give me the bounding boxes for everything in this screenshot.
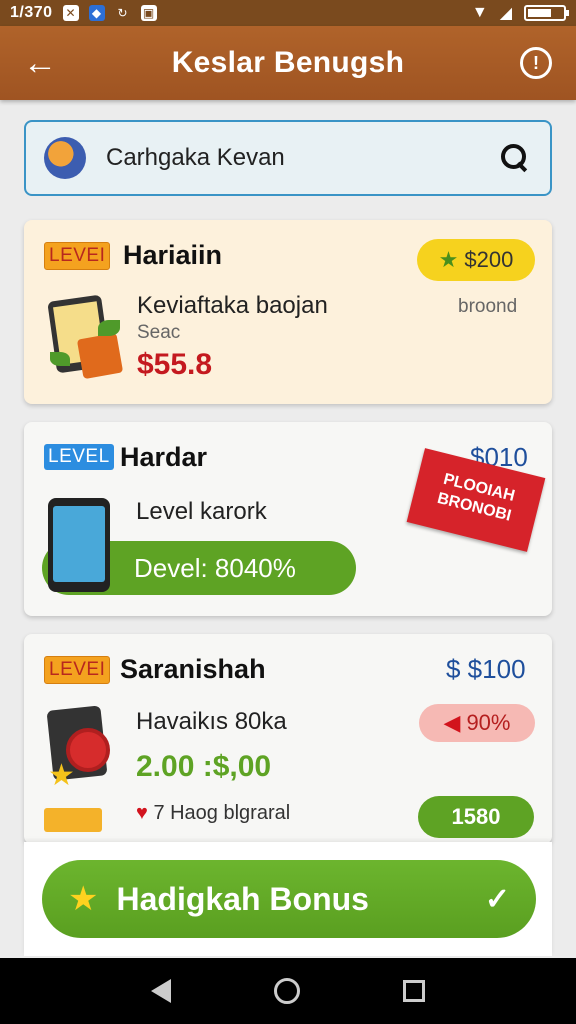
count-pill[interactable]: 1580 xyxy=(418,796,534,838)
tablet-plant-icon xyxy=(47,294,128,384)
nav-back-icon[interactable] xyxy=(151,979,172,1003)
points-value: $ $100 xyxy=(446,654,526,684)
star-icon: ★ xyxy=(438,247,459,272)
level-card-1[interactable]: LEVEI Hariaiin ★ $200 Keviaftaka baojan … xyxy=(24,220,552,404)
avatar xyxy=(44,137,86,179)
search-icon[interactable] xyxy=(498,141,532,175)
tag-icon: ◀ xyxy=(443,710,461,735)
points-value: $200 xyxy=(464,247,514,272)
system-nav-bar xyxy=(0,958,576,1024)
card-subtitle: Keviaftaka baojan xyxy=(137,292,328,319)
card-price: 2.00 :$,00 xyxy=(136,750,272,783)
dropbox-icon: ◆ xyxy=(88,5,105,21)
status-bar: 1/370 ✕ ◆ ↻ ▣ ▼ ◢ xyxy=(0,0,576,26)
arrow-left-icon: ← xyxy=(23,43,57,82)
level-card-2[interactable]: LEVEL Hardar $010 PLOOIAH BRONOBI Level … xyxy=(24,422,552,616)
note-text: 7 Haog blgraral xyxy=(153,802,291,824)
target-phone-icon: ★ xyxy=(46,704,126,792)
battery-icon xyxy=(524,5,569,21)
app-bar: ← Keslar Benugsh ! xyxy=(0,26,576,100)
ribbon-text: PLOOIAH BRONOBI xyxy=(435,470,517,525)
wifi-icon: ▼ xyxy=(471,4,488,21)
bonus-button-label: Hadigkah Bonus xyxy=(116,880,369,917)
ticket-icon xyxy=(44,808,102,832)
x-square-icon: ✕ xyxy=(62,5,79,21)
info-icon: ! xyxy=(520,47,552,79)
card-title: Hariaiin xyxy=(123,240,223,270)
search-bar[interactable]: Carhgaka Kevan xyxy=(24,120,552,196)
card-title: Saranishah xyxy=(120,654,266,684)
points-pill[interactable]: ★ $200 xyxy=(417,239,535,281)
progress-label: Devel: 8040% xyxy=(134,552,296,583)
check-icon: ✓ xyxy=(484,882,510,916)
nav-recents-icon[interactable] xyxy=(402,980,425,1002)
card-subtitle: Havaikıs 80ka xyxy=(136,708,287,735)
bonus-panel: ★ Hadigkah Bonus ✓ xyxy=(24,842,552,956)
card-note: ♥ 7 Haog blgraral xyxy=(136,802,290,825)
info-button[interactable]: ! xyxy=(496,26,576,100)
discount-value: 90% xyxy=(466,710,511,735)
status-time: 1/370 xyxy=(10,4,53,21)
bonus-button[interactable]: ★ Hadigkah Bonus ✓ xyxy=(42,860,536,938)
sync-icon: ↻ xyxy=(117,6,128,20)
nav-home-icon[interactable] xyxy=(273,978,300,1004)
card-title: Hardar xyxy=(120,442,208,472)
card-price: $55.8 xyxy=(137,348,213,381)
signal-icon: ◢ xyxy=(499,5,512,22)
smartphone-icon xyxy=(48,498,110,592)
lock-icon: ▣ xyxy=(140,5,157,21)
card-label: Seac xyxy=(137,322,181,343)
search-input[interactable]: Carhgaka Kevan xyxy=(106,144,498,172)
heart-icon: ♥ xyxy=(136,802,148,824)
star-icon: ★ xyxy=(68,880,99,918)
level-card-3[interactable]: LEVEI Saranishah $ $100 ★ Havaikıs 80ka … xyxy=(24,634,552,844)
back-button[interactable]: ← xyxy=(0,26,80,100)
level-badge: LEVEL xyxy=(44,444,114,470)
card-subtitle: Level karork xyxy=(136,498,267,525)
discount-pill: ◀ 90% xyxy=(419,704,535,742)
level-badge: LEVEI xyxy=(44,656,111,684)
card-tag: broond xyxy=(458,296,518,317)
level-badge: LEVEI xyxy=(44,242,111,270)
count-value: 1580 xyxy=(451,804,501,829)
page-title: Keslar Benugsh xyxy=(171,46,405,79)
